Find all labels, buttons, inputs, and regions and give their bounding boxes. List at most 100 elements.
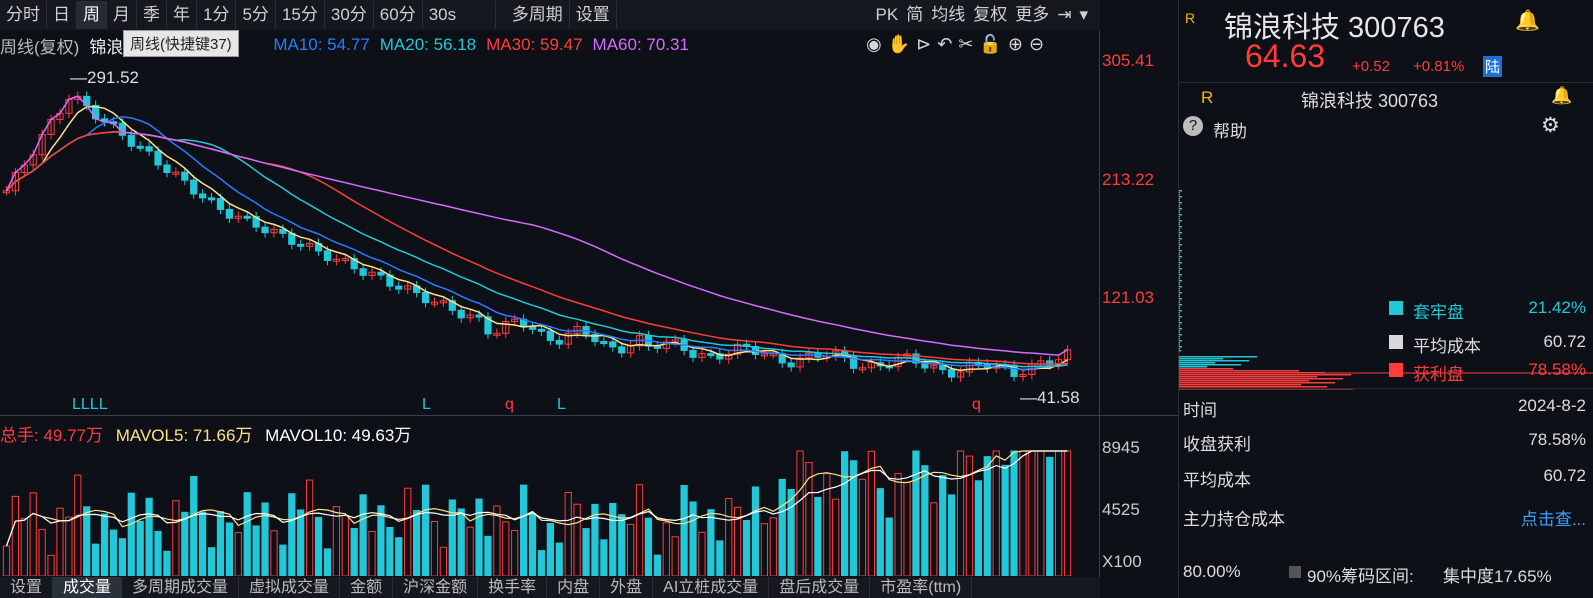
indicator-tab[interactable]: 外盘 [600, 577, 654, 598]
chip-bar [1179, 362, 1215, 364]
ma60-line [5, 95, 1068, 356]
chip-bar [1179, 202, 1182, 204]
volume-bar [983, 456, 991, 576]
volume-bar [564, 491, 572, 576]
chip-stat-row: 平均成本 60.72 [1183, 466, 1586, 491]
undo-icon[interactable]: ↶ [937, 34, 952, 55]
period-tab[interactable]: 15分 [276, 1, 325, 29]
ma-legend: 周线(复权) 锦浪 MA10: 54.77 MA20: 56.18 MA30: … [0, 33, 699, 57]
signal-marker: L [557, 396, 566, 413]
eye-icon[interactable]: ◉ [866, 34, 882, 55]
period-tab[interactable]: 季 [137, 1, 167, 29]
indicator-tab[interactable]: AI立桩成交量 [653, 577, 770, 598]
indicator-tab[interactable]: 多周期成交量 [122, 577, 240, 598]
pk-button[interactable]: PK [872, 1, 903, 29]
mavol10-line [5, 450, 1068, 547]
volume-bar [948, 494, 956, 576]
indicator-tab[interactable]: 设置 [0, 577, 54, 598]
indicator-tab[interactable]: 成交量 [53, 577, 123, 598]
volume-bar [395, 537, 403, 576]
signal-marker: LLLL [72, 396, 108, 413]
period-tab[interactable]: 日 [47, 1, 77, 29]
chip-bar [1179, 280, 1182, 282]
indicator-tab[interactable]: 沪深金额 [393, 577, 479, 598]
chip-bar [1179, 258, 1180, 260]
bell-icon[interactable]: 🔔 [1515, 8, 1540, 33]
expand-right-icon[interactable]: ⇥ [1053, 1, 1075, 29]
volume-bar [359, 494, 367, 576]
adjust-button[interactable]: 复权 [969, 1, 1011, 29]
volume-bar [439, 546, 447, 576]
volume-bar [644, 517, 653, 576]
chip-legend-item: 套牢盘 21.42% [1389, 298, 1586, 323]
volume-bar [894, 473, 902, 576]
period-tab[interactable]: 分时 [0, 1, 47, 29]
zoom-out-icon[interactable]: ⊖ [1029, 34, 1044, 55]
period-tab[interactable]: 月 [107, 1, 137, 29]
volume-bar [484, 535, 492, 576]
volume-bar [413, 509, 421, 576]
volume-bar [582, 528, 590, 576]
volume-bar [190, 475, 198, 576]
scissors-icon[interactable]: ✂ [958, 34, 973, 55]
period-tab[interactable]: 30分 [325, 1, 374, 29]
play-icon[interactable]: ⊳ [916, 34, 931, 55]
chip-bar [1179, 292, 1182, 294]
volume-bar [145, 497, 153, 576]
indicator-tab[interactable]: 虚拟成交量 [239, 577, 341, 598]
chip-stat-row[interactable]: 主力持仓成本 点击查... [1183, 505, 1586, 530]
candle-body [475, 314, 483, 318]
volume-bar [288, 493, 296, 576]
period-tab[interactable]: 1分 [197, 1, 237, 29]
indicator-tabs: 设置 成交量 多周期成交量 虚拟成交量 金额 沪深金额 换手率 内盘 外盘 AI立桩成交量 盘后成交… [0, 577, 1100, 598]
stock-short-name: 锦浪 [89, 37, 124, 57]
zoom-in-icon[interactable]: ⊕ [1008, 34, 1023, 55]
gear-icon[interactable]: ⚙ [1541, 113, 1560, 138]
period-tab[interactable]: 60分 [374, 1, 423, 29]
indicator-tab[interactable]: 内盘 [547, 577, 601, 598]
chip-bar [1179, 268, 1182, 270]
volume-bar [2, 545, 11, 576]
chip-bar [1179, 314, 1180, 316]
ma20-value: MA20: 56.18 [379, 35, 477, 54]
indicator-tab[interactable]: 换手率 [478, 577, 548, 598]
period-tab[interactable]: 30s [423, 1, 496, 29]
ma30-value: MA30: 59.47 [486, 35, 583, 54]
candle-body [948, 369, 956, 378]
period-tab[interactable]: 周 [77, 1, 107, 29]
indicator-tab[interactable]: 市盈率(ttm) [870, 577, 973, 598]
indicator-tab[interactable]: 盘后成交量 [769, 577, 871, 598]
multi-period-button[interactable]: 多周期 [506, 1, 570, 29]
settings-button[interactable]: 设置 [570, 1, 617, 29]
low-price-label: —41.58 [1020, 388, 1080, 407]
volume-bar [511, 529, 519, 576]
period-tab[interactable]: 5分 [236, 1, 276, 29]
indicator-tab[interactable]: 金额 [340, 577, 394, 598]
stat-label: 时间 [1183, 401, 1217, 420]
candlestick-chart[interactable] [0, 58, 1100, 414]
volume-bar [537, 550, 546, 576]
volume-bar [502, 521, 510, 576]
volume-chart[interactable] [0, 445, 1100, 576]
legend-value: 60.72 [1543, 332, 1586, 351]
candle-body [181, 171, 189, 181]
chip-legend-item: 获利盘 78.58% [1389, 360, 1586, 385]
period-tab[interactable]: 年 [167, 1, 197, 29]
bell-icon[interactable]: 🔔 [1551, 86, 1572, 106]
chip-bar [1179, 242, 1180, 244]
volume-bar [297, 509, 305, 576]
ma-button[interactable]: 均线 [927, 1, 969, 29]
help-icon[interactable]: ? [1183, 116, 1203, 136]
simple-button[interactable]: 简 [902, 1, 927, 29]
hand-icon[interactable]: ✋ [888, 34, 910, 55]
more-button[interactable]: 更多 [1011, 1, 1053, 29]
help-label[interactable]: 帮助 [1213, 117, 1247, 142]
lock-icon[interactable]: 🔓 [979, 34, 1001, 55]
chevron-down-icon[interactable]: ▾ [1075, 1, 1092, 29]
volume-bar [1028, 450, 1036, 576]
volume-bar [74, 474, 82, 576]
volume-bar [234, 532, 242, 576]
chip-bar [1179, 270, 1180, 272]
volume-bar [136, 520, 144, 576]
volume-bar [225, 522, 233, 576]
